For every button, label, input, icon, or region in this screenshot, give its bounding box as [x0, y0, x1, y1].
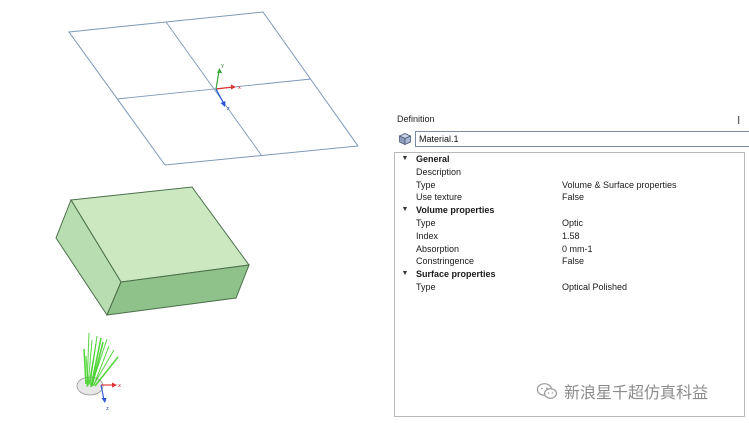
chevron-down-icon[interactable]: ▼	[401, 268, 409, 281]
property-name: Type	[416, 281, 436, 292]
property-name: Constringence	[416, 256, 475, 267]
source-z-arrow	[101, 398, 107, 403]
property-grid[interactable]: ▼ General Description Type Volume & Surface …	[394, 152, 745, 417]
property-row[interactable]: Description	[395, 166, 744, 179]
property-row[interactable]: Type Optic	[395, 217, 744, 230]
category-row[interactable]: ▼ General	[395, 153, 744, 166]
triad-y-axis	[215, 70, 220, 90]
material-cube-icon	[398, 133, 412, 146]
source-z-label: z	[106, 406, 109, 412]
triad-y-label: y	[221, 63, 224, 69]
panel-header: Definition ❙	[393, 111, 746, 127]
triad-z-axis	[215, 88, 225, 105]
origin-axis-triad: x y z	[215, 63, 241, 112]
property-value[interactable]: Optic	[562, 217, 583, 230]
property-value[interactable]: Volume & Surface properties	[562, 179, 677, 192]
source-x-label: x	[118, 383, 121, 389]
plane-midline-v	[116, 78, 312, 100]
property-name: Type	[416, 217, 436, 228]
property-value[interactable]: False	[562, 255, 584, 268]
green-box-solid[interactable]	[55, 186, 250, 317]
light-rays	[83, 332, 119, 388]
property-row[interactable]: Index 1.58	[395, 230, 744, 243]
property-value[interactable]: 0 mm-1	[562, 243, 593, 256]
chevron-down-icon[interactable]: ▼	[401, 153, 409, 166]
category-label: General	[416, 154, 450, 164]
property-value[interactable]: False	[562, 191, 584, 204]
watermark: 新浪星千超仿真科益	[536, 380, 708, 402]
source-x-arrow	[112, 382, 117, 388]
property-row[interactable]: Constringence False	[395, 255, 744, 268]
property-value[interactable]: 1.58	[562, 230, 580, 243]
triad-x-label: x	[238, 85, 241, 91]
wechat-icon	[536, 383, 558, 399]
property-row[interactable]: Type Volume & Surface properties	[395, 179, 744, 192]
property-row[interactable]: Absorption 0 mm-1	[395, 243, 744, 256]
property-name: Index	[416, 230, 439, 241]
triad-z-label: z	[227, 106, 230, 112]
light-source[interactable]: x z	[76, 332, 121, 412]
category-row[interactable]: ▼ Volume properties	[395, 204, 744, 217]
definition-panel: Definition ❙ ▼GeneralDescriptionTypeVolu…	[393, 111, 749, 417]
category-row[interactable]: ▼ Surface properties	[395, 268, 744, 281]
property-name: Type	[416, 179, 436, 190]
material-name-input[interactable]	[415, 131, 749, 147]
grid-plane[interactable]	[68, 11, 359, 166]
category-label: Surface properties	[416, 269, 496, 280]
light-ray	[93, 345, 110, 386]
triad-x-axis	[215, 86, 234, 90]
property-name: Description	[416, 166, 462, 177]
panel-title: Definition	[397, 114, 435, 124]
watermark-text: 新浪星千超仿真科益	[564, 385, 709, 402]
material-name-row	[398, 131, 749, 147]
property-name: Absorption	[416, 243, 460, 254]
3d-viewport[interactable]: x y z x z	[0, 0, 392, 423]
property-row[interactable]: Type Optical Polished	[395, 281, 744, 294]
property-name: Use texture	[416, 192, 463, 203]
chevron-down-icon[interactable]: ▼	[401, 204, 409, 217]
property-row[interactable]: Use texture False	[395, 191, 744, 204]
property-value[interactable]: Optical Polished	[562, 281, 627, 294]
category-label: Volume properties	[416, 205, 495, 216]
triad-x-arrow	[231, 84, 236, 90]
pin-icon[interactable]: ❙	[735, 115, 742, 124]
viewport-canvas[interactable]: x y z x z	[0, 0, 392, 423]
